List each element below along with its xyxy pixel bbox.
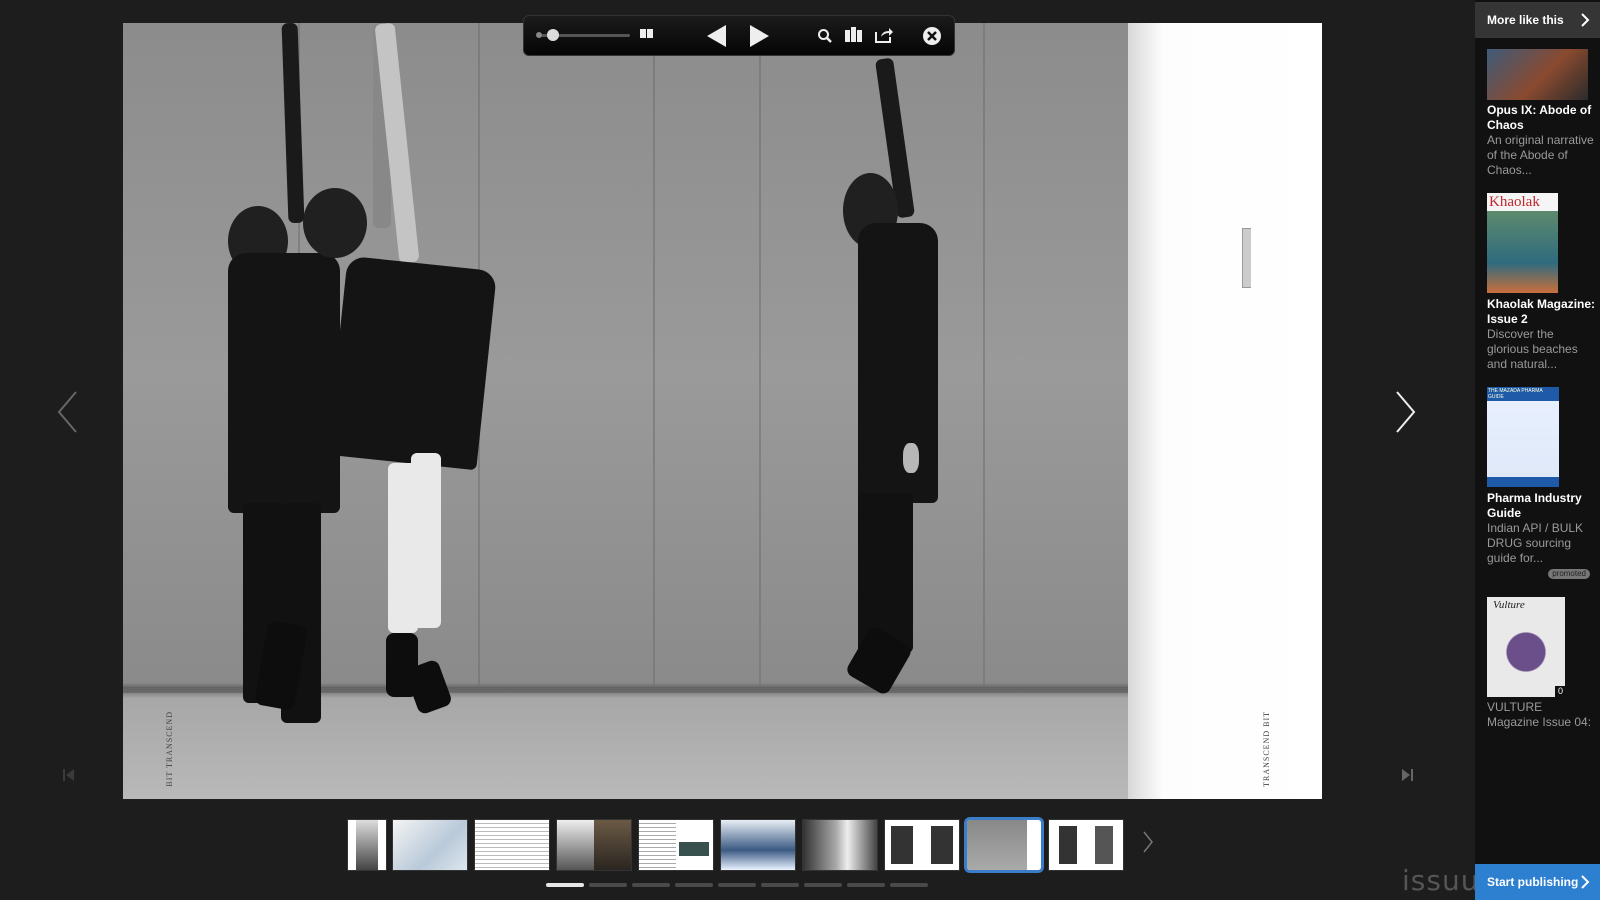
khaolak-cover-title: Khaolak (1489, 194, 1540, 210)
publication-spread[interactable]: BIT TRANSCEND TRANSCEND BIT (123, 23, 1322, 799)
vulture-cover-title: Vulture (1493, 599, 1525, 611)
thumbnails-next-icon[interactable] (1142, 830, 1154, 859)
pharma-cover-image: THE MAZADA PHARMA GUIDE (1487, 387, 1559, 487)
chevron-right-icon (1580, 12, 1590, 31)
thumbnail-page[interactable] (803, 820, 877, 870)
issuu-logo: issuu (1402, 864, 1480, 897)
pager-dot[interactable] (632, 883, 670, 887)
start-publishing-button[interactable]: Start publishing (1475, 864, 1600, 900)
sidebar-item-opus[interactable]: Opus IX: Abode of Chaos An original narr… (1487, 49, 1595, 179)
sidebar-header-label: More like this (1487, 13, 1564, 27)
sidebar-item-vulture[interactable]: Vulture 0 VULTURE Magazine Issue 04: (1487, 597, 1595, 737)
spread-photo: BIT TRANSCEND (123, 23, 1128, 799)
sidebar-item-title: VULTURE Magazine Issue 04: (1487, 700, 1592, 729)
model-figure-center (303, 23, 533, 763)
more-like-this-header[interactable]: More like this (1475, 2, 1600, 38)
right-page-caption: TRANSCEND BIT (1262, 711, 1271, 787)
wall-seam (983, 23, 985, 687)
previous-page-arrow[interactable] (56, 390, 78, 439)
zoom-slider-knob[interactable] (547, 29, 560, 41)
pager-dot[interactable] (589, 883, 627, 887)
sidebar-item-pharma[interactable]: THE MAZADA PHARMA GUIDE Pharma Industry … (1487, 387, 1595, 579)
pager-dot[interactable] (718, 883, 756, 887)
double-page-icon[interactable] (640, 28, 654, 40)
thumbnail-page[interactable] (721, 820, 795, 870)
zoom-slider[interactable] (536, 29, 630, 41)
share-icon[interactable] (874, 26, 894, 44)
right-page-margin: TRANSCEND BIT (1128, 23, 1322, 799)
last-page-icon[interactable] (1400, 768, 1414, 787)
pager-dot[interactable] (675, 883, 713, 887)
thumbnail-page[interactable] (475, 820, 549, 870)
more-like-this-sidebar: More like this Opus IX: Abode of Chaos A… (1475, 0, 1600, 900)
wall-seam (653, 23, 655, 687)
page-edge-tab (1242, 228, 1251, 288)
khaolak-cover-image: Khaolak (1487, 193, 1558, 293)
opus-cover-image (1487, 49, 1588, 100)
promoted-badge: promoted (1548, 569, 1590, 579)
pager-dot[interactable] (890, 883, 928, 887)
sidebar-item-desc: Indian API / BULK DRUG sourcing guide fo… (1487, 521, 1584, 565)
prev-page-icon[interactable] (706, 24, 728, 48)
thumbnail-page[interactable] (885, 820, 959, 870)
item-count-badge: 0 (1555, 686, 1567, 697)
pager-dot[interactable] (546, 883, 584, 887)
close-icon[interactable] (922, 26, 942, 46)
zoom-min-icon (536, 32, 542, 38)
wall-seam (759, 23, 761, 687)
first-page-icon[interactable] (62, 768, 76, 787)
vulture-cover-image: Vulture (1487, 597, 1565, 697)
sidebar-item-khaolak[interactable]: Khaolak Khaolak Magazine: Issue 2 Discov… (1487, 193, 1595, 373)
thumbnail-page[interactable] (639, 820, 713, 870)
thumbnail-page[interactable] (1049, 820, 1123, 870)
search-icon[interactable] (817, 28, 833, 44)
thumbnail-cover[interactable] (348, 820, 386, 870)
thumbnail-page[interactable] (557, 820, 631, 870)
viewer-toolbar (523, 15, 955, 56)
pager-dot[interactable] (804, 883, 842, 887)
sidebar-item-desc: Discover the glorious beaches and natura… (1487, 327, 1578, 371)
next-page-arrow[interactable] (1395, 390, 1417, 439)
thumbnail-page[interactable] (393, 820, 467, 870)
play-icon[interactable] (748, 24, 770, 48)
sidebar-item-desc: An original narrative of the Abode of Ch… (1487, 133, 1594, 177)
sidebar-item-title: Khaolak Magazine: Issue 2 (1487, 297, 1596, 326)
start-publishing-label: Start publishing (1487, 875, 1579, 889)
sidebar-item-title: Opus IX: Abode of Chaos (1487, 103, 1592, 132)
pager-dot[interactable] (761, 883, 799, 887)
thumbnail-current[interactable] (967, 820, 1041, 870)
model-figure-right (823, 23, 963, 763)
chevron-right-icon (1580, 874, 1590, 893)
left-page-caption: BIT TRANSCEND (165, 711, 174, 787)
pager-dot[interactable] (847, 883, 885, 887)
pharma-cover-title: THE MAZADA PHARMA GUIDE (1487, 387, 1559, 401)
sidebar-item-title: Pharma Industry Guide (1487, 491, 1582, 520)
library-icon[interactable] (844, 26, 864, 44)
